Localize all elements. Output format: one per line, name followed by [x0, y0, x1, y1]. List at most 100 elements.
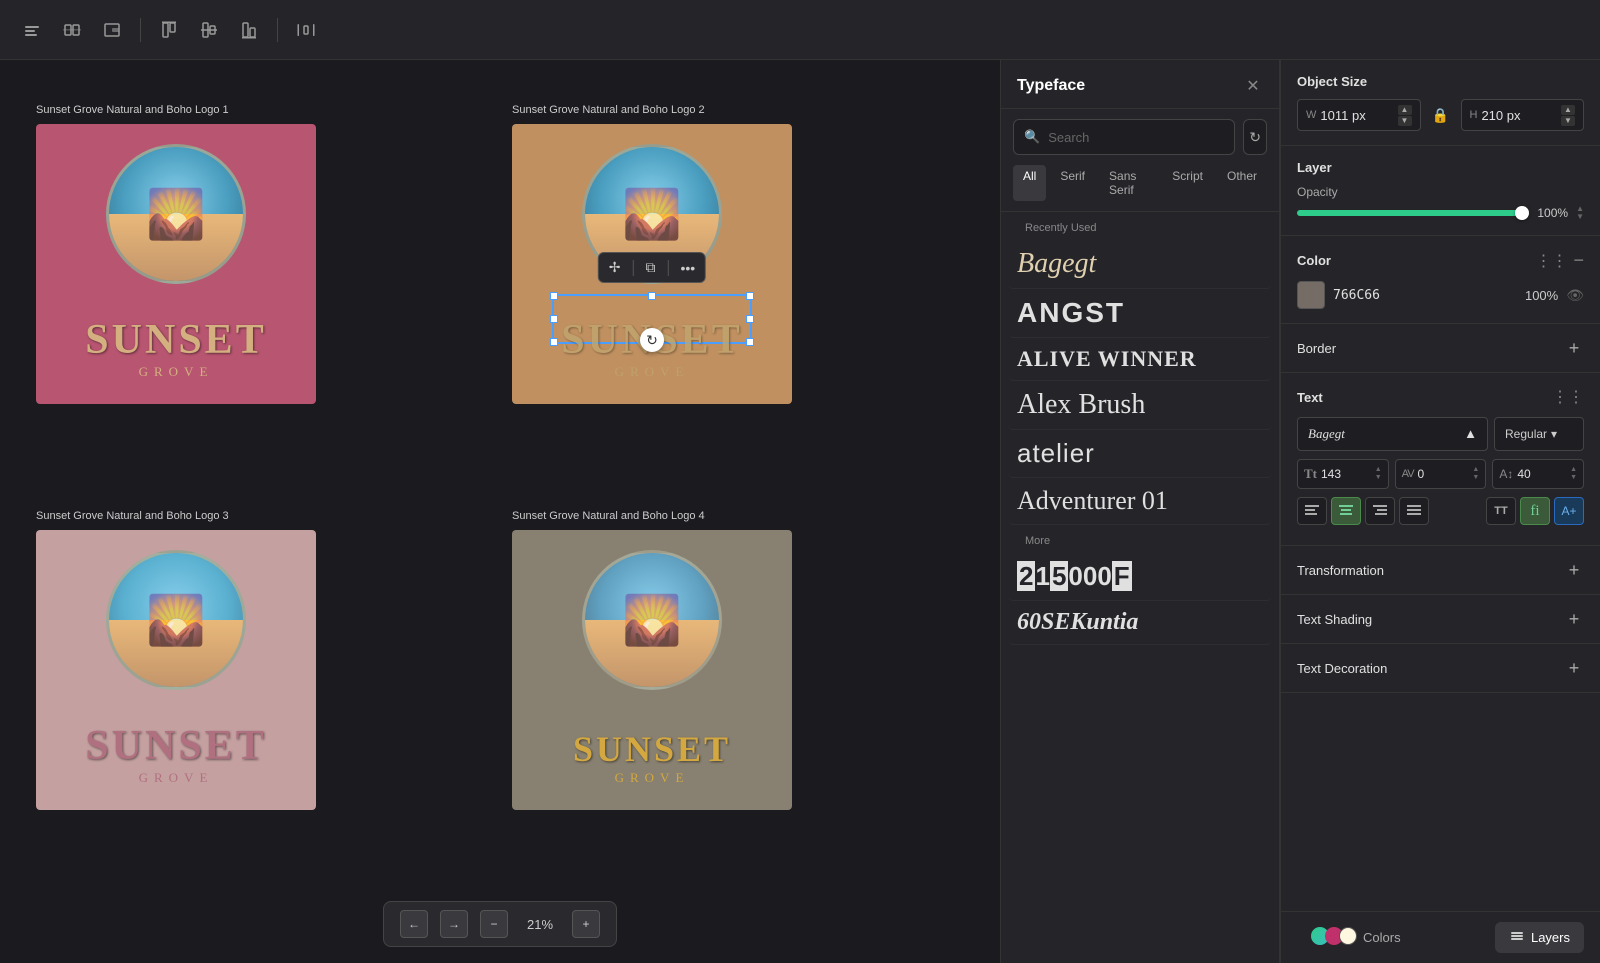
- align-bottom-icon[interactable]: [233, 14, 265, 46]
- opacity-thumb[interactable]: [1515, 206, 1529, 220]
- zoom-out-button[interactable]: −: [480, 910, 508, 938]
- zoom-in-button[interactable]: +: [572, 910, 600, 938]
- eye-icon[interactable]: 👁: [1566, 287, 1584, 304]
- transformation-header[interactable]: Transformation +: [1297, 560, 1584, 580]
- logo-illustration-3: [106, 550, 246, 690]
- text-uppercase-button[interactable]: TT: [1486, 497, 1516, 525]
- align-middle-icon[interactable]: [193, 14, 225, 46]
- colors-tab[interactable]: Colors: [1297, 921, 1415, 954]
- move-tool-icon[interactable]: ✢: [609, 259, 621, 276]
- text-size-increase-button[interactable]: A+: [1554, 497, 1584, 525]
- font-style-dropdown[interactable]: Regular ▾: [1494, 417, 1584, 451]
- text-decoration-header[interactable]: Text Decoration +: [1297, 658, 1584, 678]
- distribute-icon[interactable]: [290, 14, 322, 46]
- font-size-up[interactable]: ▲: [1375, 466, 1382, 474]
- text-decoration-add-button[interactable]: +: [1564, 658, 1584, 678]
- width-input[interactable]: W 1011 px ▲ ▼: [1297, 99, 1421, 131]
- text-align-right-button[interactable]: [1365, 497, 1395, 525]
- text-align-left-button[interactable]: [1297, 497, 1327, 525]
- opacity-down[interactable]: ▼: [1576, 213, 1584, 221]
- border-add-button[interactable]: +: [1564, 338, 1584, 358]
- filter-tab-other[interactable]: Other: [1217, 165, 1267, 201]
- transformation-add-button[interactable]: +: [1564, 560, 1584, 580]
- font-item-angst[interactable]: ANGST: [1009, 289, 1271, 338]
- font-item-alive-winner[interactable]: ALIVE WINNER: [1009, 338, 1271, 381]
- font-item-215000[interactable]: 215000F: [1009, 553, 1271, 601]
- leading-down[interactable]: ▼: [1570, 474, 1577, 482]
- more-tool-icon[interactable]: •••: [681, 260, 696, 276]
- rotate-handle[interactable]: ↻: [640, 328, 664, 352]
- text-header: Text ⋮⋮: [1297, 387, 1584, 407]
- height-down[interactable]: ▼: [1561, 116, 1575, 126]
- color-minus-icon[interactable]: −: [1573, 250, 1584, 271]
- leading-up[interactable]: ▲: [1570, 466, 1577, 474]
- align-top-icon[interactable]: [153, 14, 185, 46]
- font-item-60sekuntia[interactable]: 60SEKuntia: [1009, 601, 1271, 645]
- font-name-display[interactable]: Bagegt ▲: [1297, 417, 1488, 451]
- layer-section: Layer Opacity 100% ▲ ▼: [1281, 146, 1600, 236]
- width-down[interactable]: ▼: [1398, 116, 1412, 126]
- font-item-atelier[interactable]: atelier: [1009, 430, 1271, 478]
- align-left-icon[interactable]: [16, 14, 48, 46]
- color-hex-value: 766C66: [1333, 288, 1380, 303]
- logo-card-1[interactable]: SUNSET GROVE: [36, 124, 316, 404]
- text-ligatures-button[interactable]: fi: [1520, 497, 1550, 525]
- align-right-icon[interactable]: [96, 14, 128, 46]
- color-swatch[interactable]: [1297, 281, 1325, 309]
- kerning-up[interactable]: ▲: [1472, 466, 1479, 474]
- handle-tr[interactable]: [746, 292, 754, 300]
- logo-text-3: SUNSET GROVE: [36, 722, 316, 786]
- size-row: W 1011 px ▲ ▼ 🔒 H 210 px ▲ ▼: [1297, 99, 1584, 131]
- border-header[interactable]: Border +: [1297, 338, 1584, 358]
- filter-tab-serif[interactable]: Serif: [1050, 165, 1095, 201]
- logo-card-2[interactable]: ✢ ⧉ ••• SUNSET GROVE ↻: [512, 124, 792, 404]
- leading-box[interactable]: A↕ 40 ▲ ▼: [1492, 459, 1584, 489]
- font-preview-alex-brush: Alex Brush: [1017, 389, 1263, 421]
- font-item-bagegt[interactable]: Bagegt: [1009, 240, 1271, 289]
- text-shading-add-button[interactable]: +: [1564, 609, 1584, 629]
- lock-icon[interactable]: 🔒: [1429, 103, 1453, 127]
- font-size-down[interactable]: ▼: [1375, 474, 1382, 482]
- text-align-justify-button[interactable]: [1399, 497, 1429, 525]
- kerning-down[interactable]: ▼: [1472, 474, 1479, 482]
- logo-card-4[interactable]: SUNSET GROVE: [512, 530, 792, 810]
- object-size-header: Object Size: [1297, 74, 1584, 89]
- typeface-close-button[interactable]: ✕: [1243, 76, 1263, 96]
- filter-tab-script[interactable]: Script: [1162, 165, 1213, 201]
- opacity-bar[interactable]: [1297, 210, 1524, 216]
- color-grid-icon[interactable]: ⋮⋮: [1535, 251, 1567, 271]
- copy-tool-icon[interactable]: ⧉: [646, 259, 656, 276]
- handle-tm[interactable]: [648, 292, 656, 300]
- align-center-icon[interactable]: [56, 14, 88, 46]
- font-item-alex-brush[interactable]: Alex Brush: [1009, 381, 1271, 430]
- canvas-cell-1: Sunset Grove Natural and Boho Logo 1 SUN…: [24, 92, 500, 498]
- search-box: 🔍: [1013, 119, 1235, 155]
- filter-tab-sansserif[interactable]: Sans Serif: [1099, 165, 1158, 201]
- kerning-box[interactable]: AV 0 ▲ ▼: [1395, 459, 1487, 489]
- redo-button[interactable]: →: [440, 910, 468, 938]
- search-input[interactable]: [1048, 130, 1224, 145]
- width-label: W: [1306, 109, 1316, 121]
- color-header: Color ⋮⋮ −: [1297, 250, 1584, 271]
- height-up[interactable]: ▲: [1561, 105, 1575, 115]
- font-preview-215000: 215000F: [1017, 561, 1263, 592]
- text-align-center-button[interactable]: [1331, 497, 1361, 525]
- undo-button[interactable]: ←: [400, 910, 428, 938]
- handle-tl[interactable]: [550, 292, 558, 300]
- logo-card-3[interactable]: SUNSET GROVE: [36, 530, 316, 810]
- font-preview-angst: ANGST: [1017, 297, 1263, 329]
- filter-tab-all[interactable]: All: [1013, 165, 1046, 201]
- font-size-box[interactable]: Tt 143 ▲ ▼: [1297, 459, 1389, 489]
- font-name-text: Bagegt: [1308, 426, 1345, 442]
- kerning-spinners: ▲ ▼: [1472, 466, 1479, 483]
- object-size-title: Object Size: [1297, 74, 1367, 89]
- text-shading-header[interactable]: Text Shading +: [1297, 609, 1584, 629]
- refresh-button[interactable]: ↻: [1243, 119, 1267, 155]
- height-input[interactable]: H 210 px ▲ ▼: [1461, 99, 1585, 131]
- width-up[interactable]: ▲: [1398, 105, 1412, 115]
- font-item-adventurer[interactable]: Adventurer 01: [1009, 478, 1271, 525]
- font-preview-bagegt: Bagegt: [1017, 248, 1263, 280]
- layers-tab[interactable]: Layers: [1495, 922, 1584, 953]
- logo-illustration-4: [582, 550, 722, 690]
- width-spinners: ▲ ▼: [1398, 105, 1412, 126]
